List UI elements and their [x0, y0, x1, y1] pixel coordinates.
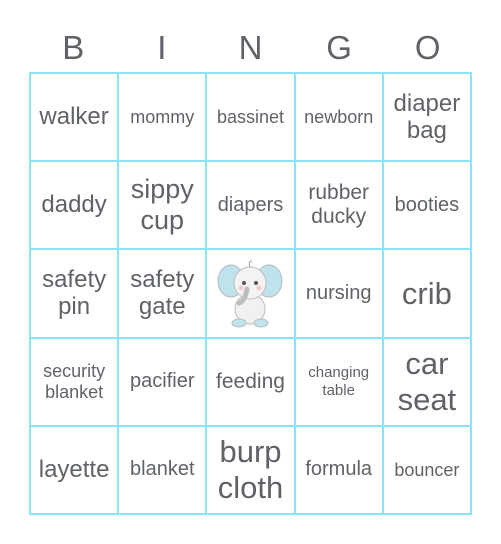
- bingo-cell[interactable]: changing table: [294, 337, 383, 426]
- cell-label: feeding: [216, 369, 285, 393]
- bingo-cell[interactable]: diaper bag: [382, 73, 471, 162]
- cell-label: safety gate: [130, 265, 195, 321]
- bingo-cell[interactable]: feeding: [206, 337, 295, 426]
- bingo-cell[interactable]: burp cloth: [206, 425, 295, 514]
- cell-label: security blanket: [43, 361, 106, 402]
- bingo-cell[interactable]: safety gate: [118, 249, 207, 338]
- bingo-cell[interactable]: rubber ducky: [294, 161, 383, 250]
- cell-label: sippy cup: [130, 174, 194, 236]
- cell-label: rubber ducky: [308, 181, 370, 229]
- bingo-cell[interactable]: booties: [382, 161, 471, 250]
- header-letter-n: N: [238, 29, 263, 66]
- bingo-cell[interactable]: nursing: [294, 249, 383, 338]
- bingo-grid: walker mommy bassinet newborn diaper bag dadd…: [29, 72, 472, 515]
- cell-label: blanket: [130, 458, 195, 481]
- bingo-cell[interactable]: crib: [382, 249, 471, 338]
- bingo-cell[interactable]: safety pin: [30, 249, 119, 338]
- cell-label: changing table: [308, 364, 370, 399]
- bingo-header: B I N G O: [29, 28, 472, 68]
- cell-label: crib: [401, 275, 452, 311]
- cell-label: bouncer: [394, 459, 460, 480]
- cell-label: diapers: [217, 193, 284, 216]
- bingo-cell[interactable]: sippy cup: [118, 161, 207, 250]
- bingo-cell[interactable]: mommy: [118, 73, 207, 162]
- bingo-cell[interactable]: newborn: [294, 73, 383, 162]
- cell-label: bassinet: [216, 106, 285, 127]
- header-letter-b: B: [62, 29, 85, 66]
- cell-label: formula: [305, 458, 373, 481]
- cell-label: pacifier: [130, 370, 195, 393]
- cell-label: nursing: [305, 281, 372, 304]
- bingo-cell[interactable]: pacifier: [118, 337, 207, 426]
- bingo-cell[interactable]: car seat: [382, 337, 471, 426]
- cell-label: safety pin: [42, 265, 107, 321]
- cell-label: diaper bag: [393, 89, 461, 145]
- cell-label: walker: [39, 103, 109, 131]
- bingo-cell[interactable]: layette: [30, 425, 119, 514]
- cell-label: booties: [394, 193, 460, 216]
- header-letter-o: O: [414, 29, 441, 66]
- bingo-cell[interactable]: security blanket: [30, 337, 119, 426]
- cell-label: daddy: [41, 191, 107, 219]
- elephant-icon: [217, 260, 283, 328]
- header-letter-g: G: [326, 29, 352, 66]
- bingo-cell[interactable]: diapers: [206, 161, 295, 250]
- bingo-cell-free[interactable]: [206, 249, 295, 338]
- bingo-cell[interactable]: walker: [30, 73, 119, 162]
- cell-label: car seat: [397, 346, 457, 417]
- cell-label: mommy: [130, 106, 195, 127]
- bingo-cell[interactable]: bouncer: [382, 425, 471, 514]
- header-letter-i: I: [157, 29, 167, 66]
- bingo-cell[interactable]: bassinet: [206, 73, 295, 162]
- bingo-cell[interactable]: blanket: [118, 425, 207, 514]
- bingo-cell[interactable]: formula: [294, 425, 383, 514]
- bingo-cell[interactable]: daddy: [30, 161, 119, 250]
- cell-label: newborn: [304, 106, 374, 127]
- cell-label: layette: [38, 456, 110, 484]
- cell-label: burp cloth: [217, 434, 284, 505]
